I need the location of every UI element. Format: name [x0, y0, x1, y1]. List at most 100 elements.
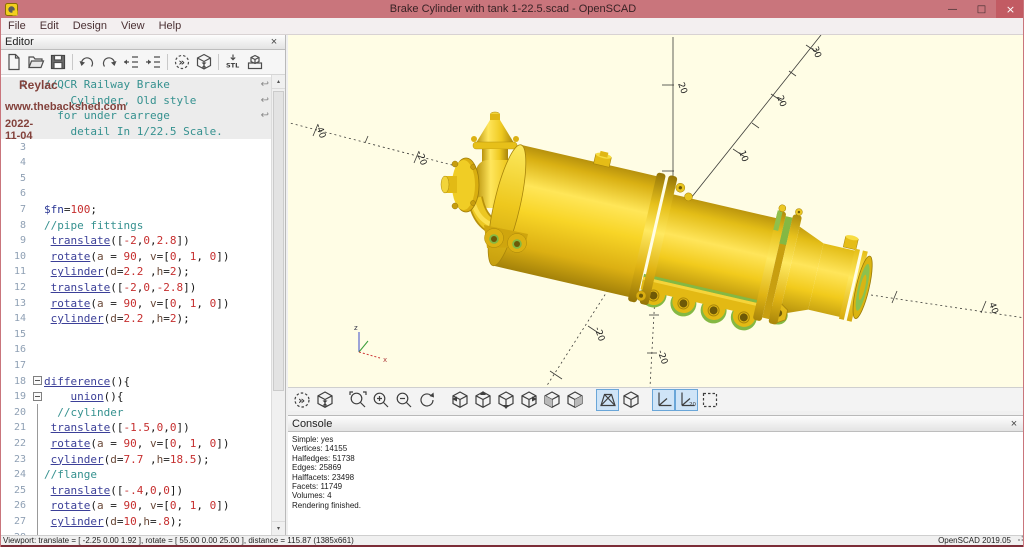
- line-number: 7: [1, 204, 31, 215]
- code-row[interactable]: 16: [1, 342, 271, 358]
- open-icon[interactable]: [25, 52, 47, 73]
- code-row[interactable]: 11 cylinder(d=2.2 ,h=2);: [1, 264, 271, 280]
- orthogonal-button[interactable]: [619, 389, 642, 411]
- console-header[interactable]: Console ×: [288, 416, 1024, 432]
- code-row[interactable]: 1//QCR Railway Brake↩: [1, 77, 271, 93]
- unindent-icon[interactable]: [120, 52, 142, 73]
- code-row[interactable]: 5: [1, 171, 271, 187]
- fold-margin: [31, 155, 44, 171]
- view-front-button[interactable]: [540, 389, 563, 411]
- new-icon[interactable]: [3, 52, 25, 73]
- code-row[interactable]: 21 translate([-1.5,0,0]): [1, 420, 271, 436]
- fold-margin[interactable]: [31, 373, 44, 389]
- code-text: detail In 1/22.5 Scale.: [44, 125, 271, 138]
- show-scale-markers-button[interactable]: 20: [675, 389, 698, 411]
- redo-icon[interactable]: [98, 52, 120, 73]
- code-row[interactable]: 17: [1, 358, 271, 374]
- show-edges-button[interactable]: [698, 389, 721, 411]
- resize-grip[interactable]: [1016, 535, 1024, 542]
- show-axes-button[interactable]: [652, 389, 675, 411]
- view-bottom-button[interactable]: [494, 389, 517, 411]
- code-row[interactable]: 23 cylinder(d=7.7 ,h=18.5);: [1, 451, 271, 467]
- openscad-window: Brake Cylinder with tank 1-22.5.scad - O…: [0, 0, 1024, 547]
- minimize-button[interactable]: —: [938, 0, 967, 18]
- code-row[interactable]: 8//pipe fittings: [1, 217, 271, 233]
- console-close-icon[interactable]: ×: [1007, 418, 1021, 430]
- code-row[interactable]: 20 //cylinder: [1, 404, 271, 420]
- 3d-viewport[interactable]: -40-204020102030-20-20 z x: [288, 35, 1024, 387]
- code-row[interactable]: 24//flange: [1, 467, 271, 483]
- view-left-button[interactable]: [517, 389, 540, 411]
- maximize-button[interactable]: □: [967, 0, 996, 18]
- fold-guide-line: [37, 482, 38, 498]
- console-output[interactable]: Simple: yesVertices: 14155Halfedges: 517…: [288, 432, 1024, 513]
- code-row[interactable]: 26 rotate(a = 90, v=[0, 1, 0]): [1, 498, 271, 514]
- view-back-button[interactable]: [563, 389, 586, 411]
- fold-guide-line: [37, 514, 38, 530]
- code-row[interactable]: 6: [1, 186, 271, 202]
- preview-icon[interactable]: »: [171, 52, 193, 73]
- render-button[interactable]: [313, 389, 336, 411]
- line-number: 18: [1, 376, 31, 387]
- code-row[interactable]: 9 translate([-2,0,2.8]): [1, 233, 271, 249]
- code-row[interactable]: 7$fn=100;: [1, 202, 271, 218]
- perspective-button[interactable]: [596, 389, 619, 411]
- axis-tick-label: 40: [986, 301, 999, 315]
- menu-item-file[interactable]: File: [1, 18, 33, 35]
- fold-guide-line: [37, 498, 38, 514]
- close-button[interactable]: ×: [996, 0, 1024, 18]
- axis-tick-label: 10: [736, 149, 749, 163]
- scroll-down-icon[interactable]: ▾: [272, 521, 285, 535]
- fold-box-icon[interactable]: [33, 392, 42, 401]
- menu-item-design[interactable]: Design: [66, 18, 114, 35]
- code-editor[interactable]: 1//QCR Railway Brake↩ Cylinder, Old styl…: [1, 75, 285, 535]
- editor-scrollbar[interactable]: ▴ ▾: [271, 75, 285, 535]
- export-stl-icon[interactable]: STL: [222, 52, 244, 73]
- code-row[interactable]: for under carrege↩: [1, 108, 271, 124]
- editor-close-icon[interactable]: ×: [267, 36, 281, 48]
- window-title: Brake Cylinder with tank 1-22.5.scad - O…: [1, 3, 1024, 15]
- menu-item-help[interactable]: Help: [152, 18, 189, 35]
- code-row[interactable]: 13 rotate(a = 90, v=[0, 1, 0]): [1, 295, 271, 311]
- code-row[interactable]: 15: [1, 327, 271, 343]
- code-row[interactable]: 3: [1, 139, 271, 155]
- zoom-in-button[interactable]: [369, 389, 392, 411]
- code-row[interactable]: 10 rotate(a = 90, v=[0, 1, 0]): [1, 249, 271, 265]
- fold-box-icon[interactable]: [33, 376, 42, 385]
- code-row[interactable]: 12 translate([-2,0,-2.8]): [1, 280, 271, 296]
- menu-item-view[interactable]: View: [114, 18, 152, 35]
- save-icon[interactable]: [47, 52, 69, 73]
- scrollbar-thumb[interactable]: [273, 91, 284, 391]
- code-row[interactable]: 27 cylinder(d=10,h=.8);: [1, 514, 271, 530]
- code-row[interactable]: detail In 1/22.5 Scale.: [1, 124, 271, 140]
- indent-icon[interactable]: [142, 52, 164, 73]
- view-right-button[interactable]: [448, 389, 471, 411]
- version-text: OpenSCAD 2019.05: [938, 536, 1024, 545]
- svg-text:x: x: [383, 356, 387, 364]
- code-row[interactable]: 4: [1, 155, 271, 171]
- code-row[interactable]: 25 translate([-.4,0,0]): [1, 482, 271, 498]
- preview-button[interactable]: »: [290, 389, 313, 411]
- render-icon[interactable]: [193, 52, 215, 73]
- view-top-button[interactable]: [471, 389, 494, 411]
- viewport-status-text: Viewport: translate = [ -2.25 0.00 1.92 …: [1, 536, 938, 545]
- undo-icon[interactable]: [76, 52, 98, 73]
- reset-view-button[interactable]: [415, 389, 438, 411]
- console-line: Edges: 25869: [292, 463, 1021, 472]
- code-row[interactable]: 18difference(){: [1, 373, 271, 389]
- axis-tick-label: -20: [655, 349, 670, 366]
- menu-item-edit[interactable]: Edit: [33, 18, 66, 35]
- print-3d-icon[interactable]: [244, 52, 266, 73]
- scroll-up-icon[interactable]: ▴: [272, 75, 285, 89]
- zoom-out-button[interactable]: [392, 389, 415, 411]
- code-row[interactable]: Cylinder, Old style↩: [1, 93, 271, 109]
- code-row[interactable]: 19 union(){: [1, 389, 271, 405]
- axis-tick-label: -20: [414, 150, 429, 167]
- code-row[interactable]: 14 cylinder(d=2.2 ,h=2);: [1, 311, 271, 327]
- code-row[interactable]: 22 rotate(a = 90, v=[0, 1, 0]): [1, 436, 271, 452]
- editor-header[interactable]: Editor ×: [1, 35, 285, 50]
- zoom-all-button[interactable]: [346, 389, 369, 411]
- fold-margin[interactable]: [31, 389, 44, 405]
- fold-margin: [31, 124, 44, 140]
- titlebar: Brake Cylinder with tank 1-22.5.scad - O…: [1, 0, 1024, 18]
